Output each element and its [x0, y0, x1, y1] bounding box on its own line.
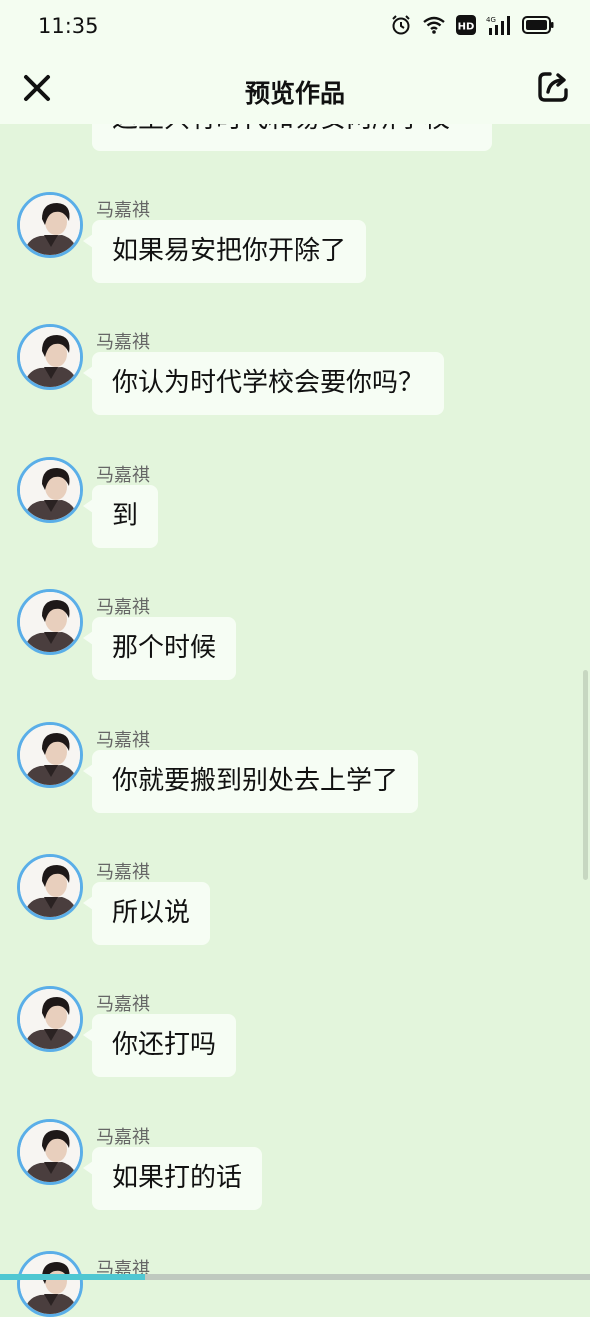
avatar-photo	[20, 327, 80, 388]
avatar[interactable]	[17, 589, 83, 656]
message-bubble[interactable]: 你认为时代学校会要你吗？	[82, 352, 445, 416]
hd-icon: HD	[456, 15, 476, 35]
avatar-photo	[20, 989, 80, 1050]
message-bubble[interactable]: 如果打的话	[82, 1146, 263, 1210]
sender-name: 马嘉祺	[96, 729, 150, 751]
avatar[interactable]	[17, 986, 83, 1053]
sender-name: 马嘉祺	[96, 464, 150, 486]
share-icon[interactable]	[536, 70, 570, 104]
alarm-icon	[392, 15, 410, 35]
avatar-photo	[20, 1254, 80, 1315]
chat-area[interactable]: 这里只有时代和易安两所学校 马嘉祺如果易安把你开除了 马嘉祺你认为时代学校会要你…	[0, 0, 590, 1317]
message-bubble[interactable]: 你还打吗	[82, 1014, 237, 1078]
sender-name: 马嘉祺	[96, 994, 150, 1016]
wifi-icon	[423, 16, 445, 34]
sender-name: 马嘉祺	[96, 862, 150, 883]
avatar[interactable]	[17, 324, 83, 391]
avatar[interactable]	[17, 854, 83, 920]
page-title: 预览作品	[244, 79, 345, 108]
hd-label: HD	[458, 22, 475, 33]
avatar[interactable]	[17, 1251, 83, 1317]
header-bar: 预览作品	[0, 54, 590, 124]
avatar[interactable]	[17, 192, 83, 258]
scrollbar[interactable]	[583, 670, 588, 880]
avatar-photo	[20, 592, 80, 653]
message-bubble[interactable]: 所以说	[82, 882, 211, 945]
avatar-photo	[20, 857, 80, 917]
message-bubble[interactable]: 到	[82, 484, 159, 548]
avatar[interactable]	[17, 1118, 83, 1185]
progress-bar	[0, 1274, 590, 1280]
4g-signal-icon: 4G	[486, 16, 510, 35]
status-bar: 11:35 HD 4G	[0, 0, 590, 54]
progress-fill	[0, 1274, 145, 1280]
status-time: 11:35	[38, 14, 99, 38]
sender-name: 马嘉祺	[96, 597, 150, 619]
avatar-photo	[20, 1121, 80, 1182]
battery-icon	[522, 16, 554, 34]
message-bubble[interactable]: 那个时候	[82, 617, 237, 681]
status-icons: HD 4G	[390, 14, 554, 36]
sender-name: 马嘉祺	[96, 200, 150, 221]
avatar-photo	[20, 459, 80, 520]
message-bubble[interactable]: 如果易安把你开除了	[82, 220, 367, 283]
avatar-photo	[20, 195, 80, 255]
network-label: 4G	[486, 16, 496, 24]
sender-name: 马嘉祺	[96, 332, 150, 354]
avatar[interactable]	[17, 721, 83, 788]
avatar[interactable]	[17, 456, 83, 523]
sender-name: 马嘉祺	[96, 1126, 150, 1148]
avatar-photo	[20, 724, 80, 785]
message-bubble[interactable]: 你就要搬到别处去上学了	[82, 749, 419, 813]
